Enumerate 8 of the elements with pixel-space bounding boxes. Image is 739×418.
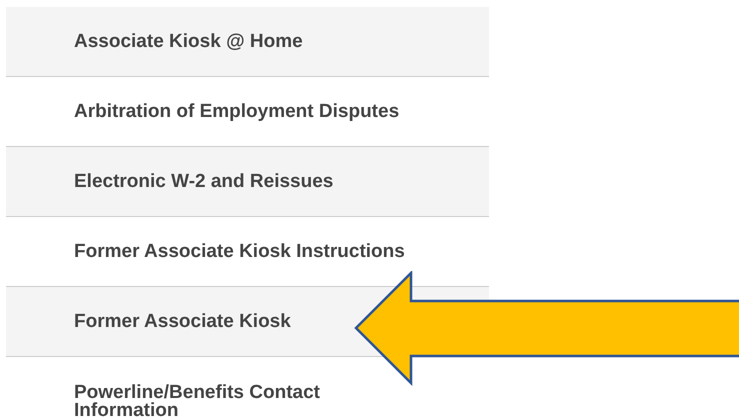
menu-item-label: Former Associate Kiosk Instructions <box>74 240 405 264</box>
menu-item-label: Former Associate Kiosk <box>74 310 291 334</box>
menu-item[interactable]: Associate Kiosk @ Home <box>6 7 489 77</box>
menu-item-label: Powerline/Benefits Contact Information <box>74 384 321 418</box>
menu-item-label: Arbitration of Employment Disputes <box>74 100 400 124</box>
menu-item-label: Associate Kiosk @ Home <box>74 30 303 54</box>
menu-item-label: Electronic W-2 and Reissues <box>74 170 334 194</box>
menu-item[interactable]: Electronic W-2 and Reissues <box>6 147 489 217</box>
